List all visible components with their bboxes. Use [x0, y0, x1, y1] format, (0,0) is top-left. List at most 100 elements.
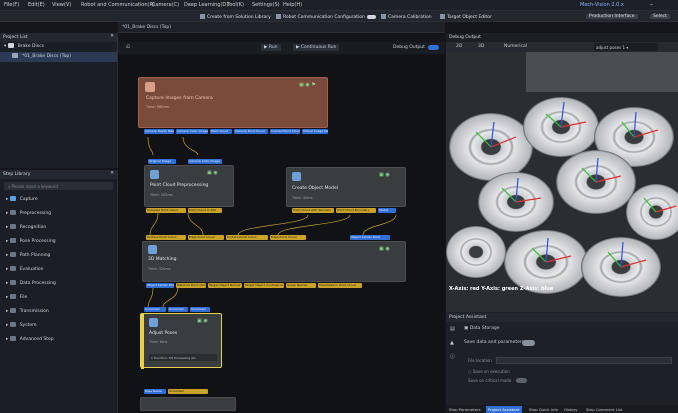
- node-next[interactable]: [140, 397, 236, 411]
- port-output[interactable]: Camera Depth Map: [144, 129, 174, 134]
- menu-edit[interactable]: Edit(E): [28, 2, 45, 8]
- tab-3d[interactable]: 3D: [478, 44, 484, 49]
- step-category-advanced[interactable]: ▸ Advanced Step: [0, 333, 117, 347]
- port-output[interactable]: Camera Point Cloud: [234, 129, 268, 134]
- step-category-path-planning[interactable]: ▸ Path Planning: [0, 249, 117, 263]
- node-action-icons[interactable]: ▣ ◉: [197, 318, 208, 324]
- port-output[interactable]: Camera Color Image: [176, 129, 208, 134]
- menu-settings[interactable]: Settings(S): [252, 2, 280, 8]
- menu-camera[interactable]: Camera(C): [152, 2, 179, 8]
- node-time: Time: 6ms: [149, 340, 168, 344]
- step-category-data-processing[interactable]: ▸ Data Processing: [0, 277, 117, 291]
- node-create-object-model[interactable]: Create Object Model Time: 45ms ▣ ◉: [286, 167, 406, 207]
- tab-step-quick-info[interactable]: Step Quick Info: [529, 407, 558, 412]
- port-input[interactable]: Camera Color Image: [188, 159, 222, 164]
- port-output[interactable]: Pose Name: [144, 389, 166, 394]
- node-action-icons[interactable]: ▣ ◉: [379, 246, 390, 252]
- camera-calibration-button[interactable]: Camera Calibration: [381, 14, 432, 20]
- port-output[interactable]: Object Center Points: [146, 283, 174, 288]
- tab-step-parameters[interactable]: Step Parameters: [449, 407, 481, 412]
- port-input[interactable]: Unnamed: [168, 307, 188, 312]
- project-item-selected[interactable]: *01_Brake Discs (Top): [0, 52, 117, 62]
- step-category-capture[interactable]: ▸ Capture: [0, 193, 117, 207]
- project-item[interactable]: ▾ Brake Discs: [0, 42, 117, 52]
- step-category-system[interactable]: ▸ System: [0, 319, 117, 333]
- target-object-editor-button[interactable]: Target Object Editor: [440, 14, 492, 20]
- select-button[interactable]: Select: [650, 14, 670, 19]
- port-output[interactable]: Point Cloud with Normals: [292, 208, 334, 213]
- step-category-file[interactable]: ▸ File: [0, 291, 117, 305]
- save-data-toggle[interactable]: [522, 340, 535, 346]
- port-output[interactable]: Sampled Point Cloud: [146, 208, 186, 213]
- node-action-icons[interactable]: ▣ ◉: [379, 172, 390, 178]
- menu-tool[interactable]: Tool(K): [227, 2, 244, 8]
- port-output[interactable]: Matched Point Clouds: [176, 283, 206, 288]
- step-category-preprocessing[interactable]: ▸ Preprocessing: [0, 207, 117, 221]
- node-action-icons[interactable]: ▣ ◉ ⚑: [299, 82, 316, 88]
- project-icon: [12, 53, 18, 58]
- close-icon[interactable]: ✕: [110, 171, 114, 176]
- robot-comm-toggle[interactable]: [366, 14, 376, 19]
- save-critical-toggle[interactable]: [516, 378, 527, 383]
- toolbar: Create from Solution Library Robot Commu…: [0, 11, 678, 22]
- option-save-critical[interactable]: Save on critical mode: [468, 378, 511, 383]
- tab-history[interactable]: History: [564, 407, 578, 412]
- tab-project[interactable]: *01_Brake Discs (Top): [122, 25, 171, 30]
- file-location-input[interactable]: [496, 357, 672, 364]
- tab-2d[interactable]: 2D: [456, 44, 462, 49]
- port-output[interactable]: Unnamed: [168, 389, 208, 394]
- run-button[interactable]: ▶ Run: [261, 44, 281, 51]
- tab-step-comment-list[interactable]: Step Comment List: [586, 407, 622, 412]
- port-output[interactable]: Virtual Image Data: [302, 129, 328, 134]
- menu-file[interactable]: File(F): [4, 2, 19, 8]
- port-input[interactable]: Unnamed: [190, 307, 210, 312]
- node-point-cloud-preprocessing[interactable]: Point Cloud Preprocessing Time: 102ms ▣ …: [144, 165, 234, 207]
- port-output[interactable]: Model: [378, 208, 396, 213]
- port-input[interactable]: Original Image: [148, 159, 176, 164]
- step-category-recognition[interactable]: ▸ Recognition: [0, 221, 117, 235]
- continuous-run-button[interactable]: ▶ Continuous Run: [293, 44, 340, 51]
- robot-comm-config-button[interactable]: Robot Communication Configuration: [276, 14, 376, 20]
- brake-disc-image: [446, 52, 678, 312]
- port-input[interactable]: Unnamed: [144, 307, 166, 312]
- port-output[interactable]: Point Cloud In ROI: [188, 208, 222, 213]
- debug-output-toggle[interactable]: [428, 45, 439, 50]
- option-save-on-execution[interactable]: ○ Save on execution: [468, 369, 510, 374]
- node-capture-images[interactable]: Capture Images from Camera Time: 580ms ▣…: [138, 77, 328, 128]
- production-interface-button[interactable]: Production Interface: [586, 14, 638, 19]
- close-icon[interactable]: ✕: [110, 34, 114, 39]
- port-output[interactable]: Colored Point Cloud: [270, 129, 300, 134]
- step-category-pose-processing[interactable]: ▸ Pose Processing: [0, 235, 117, 249]
- port-output[interactable]: Grasp Names: [286, 283, 316, 288]
- project-list-panel: Project List ✕ ▾ Brake Discs *01_Brake Di…: [0, 33, 118, 168]
- port-input[interactable]: Surface Point Cloud: [226, 235, 268, 240]
- step-category-transmission[interactable]: ▸ Transmission: [0, 305, 117, 319]
- menu-robot[interactable]: Robot and Communication(R): [81, 2, 155, 8]
- menu-help[interactable]: Help(H): [283, 2, 302, 8]
- node-action-icons[interactable]: ▣ ◉: [207, 170, 218, 176]
- step-search-input[interactable]: ⌕ Please input a keyword: [4, 182, 113, 190]
- menu-deep-learning[interactable]: Deep Learning(D): [184, 2, 228, 8]
- tab-numerical[interactable]: Numerical: [504, 44, 527, 49]
- port-input[interactable]: Object Center Point: [350, 235, 390, 240]
- undo-icon[interactable]: ⎌: [126, 44, 130, 50]
- node-adjust-poses[interactable]: Adjust Poses Time: 6ms 1 Function: Tilt …: [140, 313, 222, 369]
- step-select-dropdown[interactable]: adjust poses 1 ▾: [594, 43, 658, 51]
- port-output[interactable]: Point Cloud Boundary: [336, 208, 376, 213]
- port-input[interactable]: Edge Point Cloud: [188, 235, 224, 240]
- project-assistant-panel: Project Assistant ▤ ▣ Data Storage Save …: [446, 313, 678, 405]
- node-3d-matching[interactable]: 3D Matching Time: 320ms ▣ ◉: [142, 241, 406, 282]
- port-output[interactable]: Target Object Names: [208, 283, 242, 288]
- menu-view[interactable]: View(V): [52, 2, 71, 8]
- depth-image-view[interactable]: X-Axis: red Y-Axis: green Z-Axis: blue: [446, 52, 678, 312]
- port-output[interactable]: Point Cloud: [210, 129, 232, 134]
- port-output[interactable]: Visualization Point Cloud: [318, 283, 362, 288]
- minimize-icon[interactable]: ─: [650, 2, 653, 8]
- port-input[interactable]: Edge Point Cloud: [270, 235, 306, 240]
- flow-canvas[interactable]: Capture Images from Camera Time: 580ms ▣…: [118, 55, 445, 413]
- create-from-library-button[interactable]: Create from Solution Library: [200, 14, 271, 20]
- port-output[interactable]: Target Object Confidence: [244, 283, 284, 288]
- tab-project-assistant[interactable]: Project Assistant: [486, 406, 522, 413]
- port-input[interactable]: Surface Point Cloud: [146, 235, 186, 240]
- step-category-evaluation[interactable]: ▸ Evaluation: [0, 263, 117, 277]
